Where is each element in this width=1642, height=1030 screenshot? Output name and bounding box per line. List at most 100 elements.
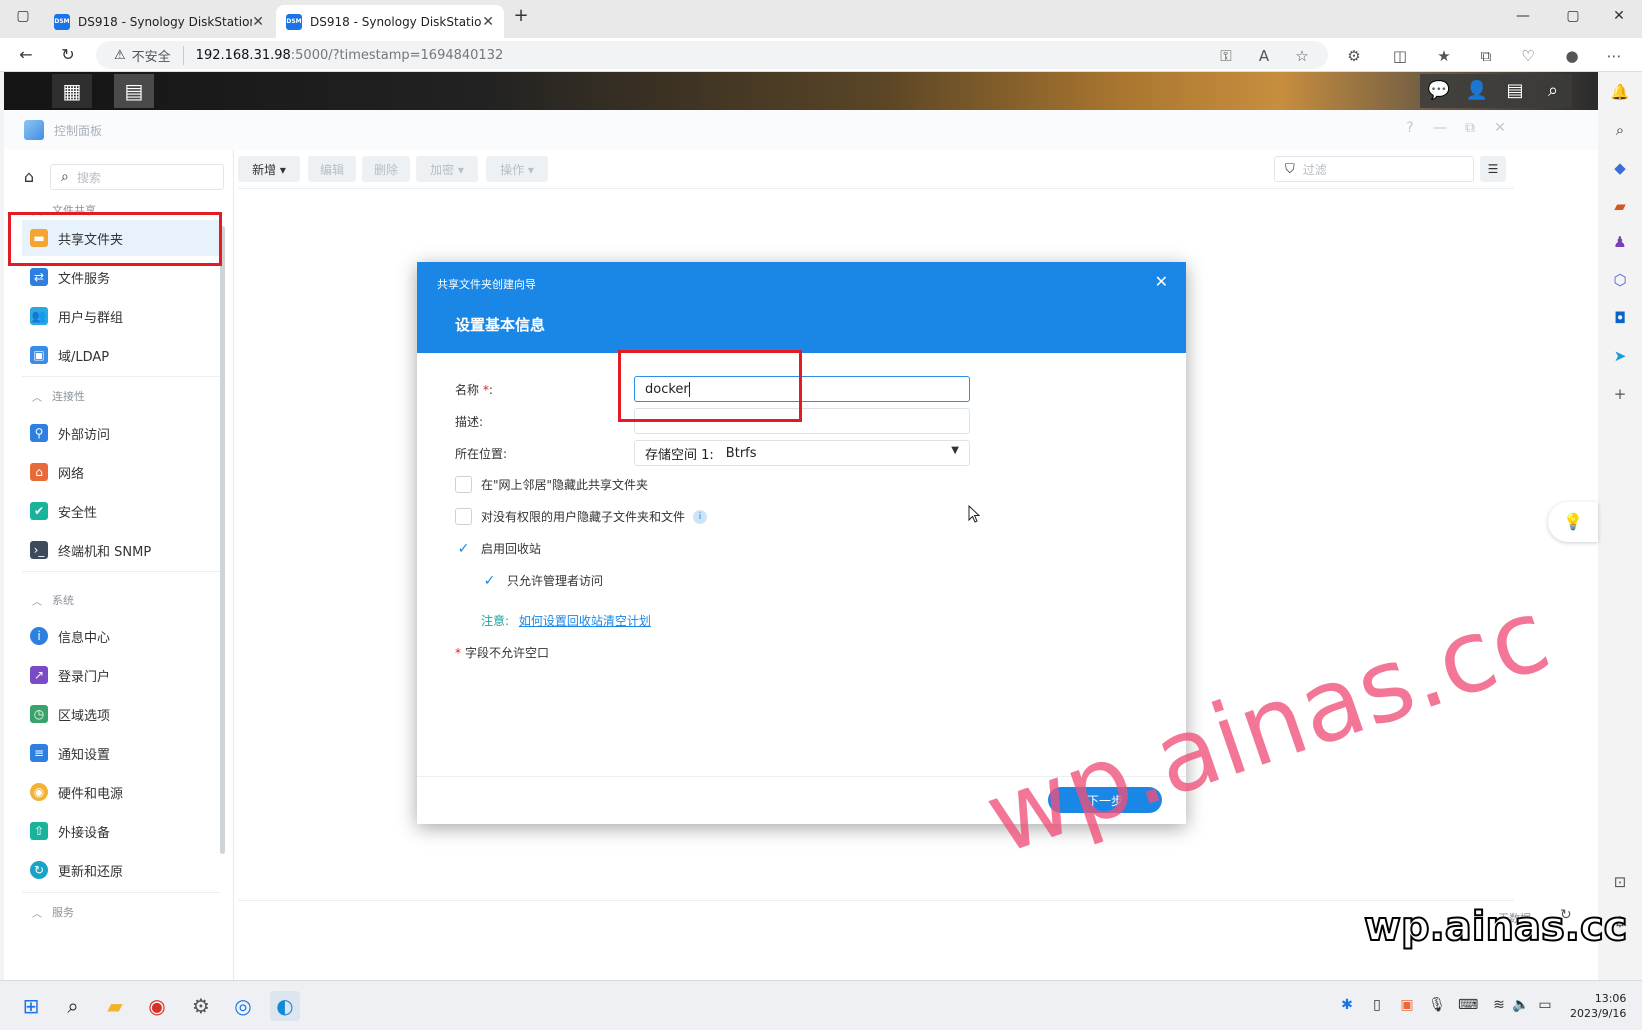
usb-icon[interactable]: ▯ [1368, 997, 1386, 1013]
notifications-chat-icon[interactable]: 💬 [1420, 74, 1458, 108]
browser-tab-1[interactable]: DSM DS918 - Synology DiskStation ✕ [44, 5, 274, 38]
hide-network-checkbox[interactable] [455, 476, 472, 493]
battery-icon[interactable]: ▭ [1536, 997, 1554, 1013]
sidebar-item-network[interactable]: ⌂ 网络 [22, 454, 220, 490]
maximize-icon[interactable]: ▢ [1562, 8, 1584, 24]
sidebar-item-hardware-power[interactable]: ◉ 硬件和电源 [22, 774, 220, 810]
description-label: 描述: [455, 415, 484, 429]
group-connectivity[interactable]: ︿ 连接性 [32, 388, 85, 404]
enable-recycle-checkbox[interactable]: ✓ [455, 540, 472, 557]
edit-button[interactable]: 编辑 [308, 156, 356, 182]
info-icon[interactable]: i [693, 509, 708, 524]
app-icon[interactable]: ◎ [228, 991, 258, 1021]
action-button[interactable]: 操作 ▾ [486, 156, 548, 182]
sidebar-item-users-groups[interactable]: 👥 用户与群组 [22, 298, 220, 334]
games-icon[interactable]: ♟ [1610, 232, 1630, 252]
help-icon[interactable]: ? [1400, 120, 1420, 136]
main-menu-grid-icon[interactable]: ▦ [52, 74, 92, 108]
sidebar-item-notification[interactable]: ≡ 通知设置 [22, 735, 220, 771]
sidebar-item-info-center[interactable]: i 信息中心 [22, 618, 220, 654]
back-arrow-icon[interactable]: ← [14, 43, 38, 67]
restore-icon[interactable]: ⧉ [1460, 120, 1480, 136]
sidebar-item-external-access[interactable]: ⚲ 外部访问 [22, 415, 220, 451]
profile-avatar-icon[interactable]: ● [1562, 46, 1582, 66]
wifi-icon[interactable]: ≋ [1490, 997, 1508, 1013]
location-select[interactable]: 存储空间 1: Btrfs ▼ [634, 440, 970, 466]
minimize-icon[interactable]: — [1512, 8, 1534, 24]
sidebar-item-security[interactable]: ✔ 安全性 [22, 493, 220, 529]
microphone-icon[interactable]: 🎙 [1428, 997, 1446, 1013]
window-close-icon[interactable]: ✕ [1608, 8, 1630, 24]
send-icon[interactable]: ➤ [1610, 346, 1630, 366]
control-panel-task-icon[interactable]: ▤ [114, 74, 154, 108]
sidebar-item-regional[interactable]: ◷ 区域选项 [22, 696, 220, 732]
new-button[interactable]: 新增 ▾ [238, 156, 300, 182]
sidebar-item-domain-ldap[interactable]: ▣ 域/LDAP [22, 337, 220, 373]
sidebar-search-input[interactable]: ⌕ 搜索 [50, 164, 224, 190]
user-icon[interactable]: 👤 [1458, 74, 1496, 108]
hide-subfolders-option[interactable]: 对没有权限的用户隐藏子文件夹和文件 i [455, 508, 708, 525]
minimize-icon[interactable]: — [1430, 120, 1450, 136]
sidebar-item-terminal-snmp[interactable]: ›_ 终端机和 SNMP [22, 532, 220, 568]
system-clock[interactable]: 13:06 2023/9/16 [1570, 991, 1626, 1021]
more-menu-icon[interactable]: ⋯ [1604, 46, 1624, 66]
home-icon[interactable]: ⌂ [16, 164, 42, 190]
office-icon[interactable]: ⬡ [1610, 270, 1630, 290]
new-tab-plus-icon[interactable]: + [510, 5, 532, 26]
bell-icon[interactable]: 🔔 [1610, 82, 1630, 102]
tray-app-icon[interactable]: ▣ [1398, 997, 1416, 1013]
tab-actions-icon[interactable]: ▢ [12, 8, 34, 24]
encrypt-button[interactable]: 加密 ▾ [416, 156, 478, 182]
browser-tab-2[interactable]: DSM DS918 - Synology DiskStation ✕ [276, 5, 504, 38]
admin-only-option[interactable]: ✓ 只允许管理者访问 [481, 572, 603, 589]
sort-options-icon[interactable]: ☰ [1480, 156, 1506, 182]
chevron-up-icon: ︿ [32, 596, 42, 608]
outlook-icon[interactable]: ◘ [1610, 308, 1630, 328]
hide-subfolders-checkbox[interactable] [455, 508, 472, 525]
tag-icon[interactable]: ◆ [1610, 158, 1630, 178]
sidebar-scrollbar[interactable] [220, 226, 225, 854]
read-aloud-icon[interactable]: A [1254, 46, 1274, 66]
favorite-star-icon[interactable]: ☆ [1292, 46, 1312, 66]
close-icon[interactable]: ✕ [482, 14, 494, 30]
settings-gear-icon[interactable]: ⚙ [186, 991, 216, 1021]
filter-input[interactable]: ⛉ 过滤 [1274, 156, 1474, 182]
sidebar-item-external-devices[interactable]: ⇧ 外接设备 [22, 813, 220, 849]
recycle-schedule-link[interactable]: 如何设置回收站清空计划 [519, 614, 651, 628]
extensions-icon[interactable]: ⚙ [1344, 46, 1364, 66]
search-icon[interactable]: ⌕ [1534, 74, 1572, 108]
add-plus-icon[interactable]: + [1610, 384, 1630, 404]
search-icon[interactable]: ⌕ [58, 991, 88, 1021]
group-services[interactable]: ︿ 服务 [32, 904, 74, 920]
chrome-icon[interactable]: ◉ [142, 991, 172, 1021]
lightbulb-tips-icon[interactable]: 💡 [1548, 502, 1598, 542]
close-icon[interactable]: ✕ [1155, 272, 1168, 291]
collections-icon[interactable]: ⧉ [1476, 46, 1496, 66]
hide-network-option[interactable]: 在"网上邻居"隐藏此共享文件夹 [455, 476, 648, 493]
split-screen-icon[interactable]: ◫ [1390, 46, 1410, 66]
group-system[interactable]: ︿ 系统 [32, 592, 74, 608]
windows-start-icon[interactable]: ⊞ [16, 991, 46, 1021]
volume-icon[interactable]: 🔈 [1512, 997, 1530, 1013]
edge-icon[interactable]: ◐ [270, 991, 300, 1021]
enable-recycle-option[interactable]: ✓ 启用回收站 [455, 540, 541, 557]
url-field[interactable]: ⚠ 不安全 192.168.31.98 :5000/?timestamp=169… [96, 41, 1328, 69]
toolbox-icon[interactable]: ▰ [1610, 196, 1630, 216]
key-icon[interactable]: ⚿ [1216, 46, 1236, 66]
search-placeholder: 搜索 [76, 170, 101, 185]
delete-button[interactable]: 删除 [362, 156, 410, 182]
hide-sidebar-icon[interactable]: ⊡ [1610, 872, 1630, 892]
bluetooth-icon[interactable]: ✱ [1338, 997, 1356, 1013]
admin-only-checkbox[interactable]: ✓ [481, 572, 498, 589]
widgets-icon[interactable]: ▤ [1496, 74, 1534, 108]
browser-essentials-icon[interactable]: ♡ [1518, 46, 1538, 66]
sidebar-item-login-portal[interactable]: ↗ 登录门户 [22, 657, 220, 693]
close-icon[interactable]: ✕ [252, 14, 264, 30]
keyboard-icon[interactable]: ⌨ [1458, 997, 1478, 1013]
sidebar-item-update-restore[interactable]: ↻ 更新和还原 [22, 852, 220, 888]
file-explorer-icon[interactable]: ▰ [100, 991, 130, 1021]
search-icon[interactable]: ⌕ [1610, 120, 1630, 140]
reload-icon[interactable]: ↻ [56, 43, 80, 67]
close-icon[interactable]: ✕ [1490, 120, 1510, 136]
favorites-icon[interactable]: ★ [1434, 46, 1454, 66]
